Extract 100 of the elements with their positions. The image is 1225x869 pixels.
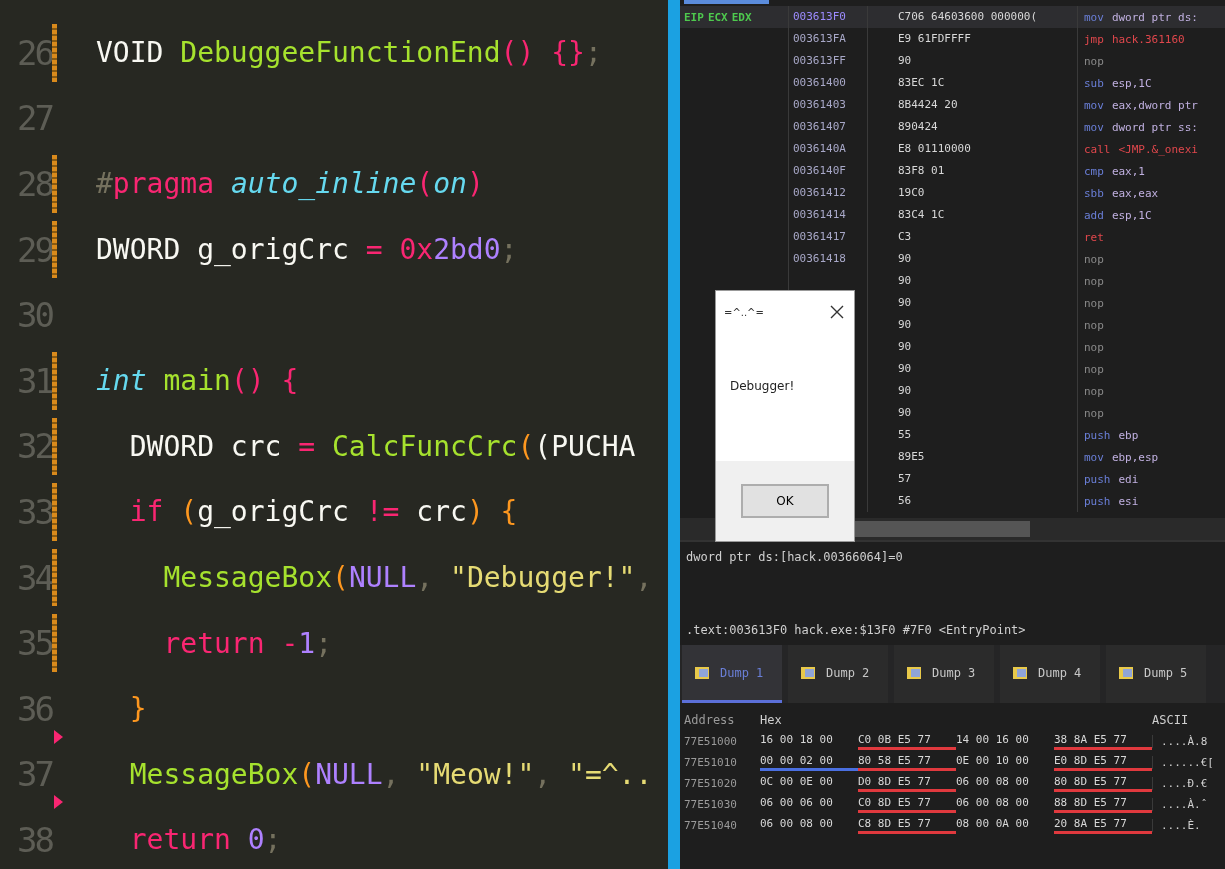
hex-bytes: 0C 00 0E 00	[760, 775, 834, 790]
instruction-mnemonic: sub	[1084, 76, 1104, 90]
instruction-bytes: 90	[898, 274, 912, 287]
instruction-bytes: 90	[898, 340, 912, 353]
instruction-mnemonic: nop	[1084, 274, 1104, 288]
instruction-bytes: 83C4 1C	[898, 208, 945, 221]
hex-bytes: 80 8D E5 77	[1054, 775, 1152, 792]
hex-bytes: D0 8D E5 77	[858, 775, 956, 792]
scroll-thumb[interactable]	[855, 521, 1030, 537]
instruction-bytes: 90	[898, 296, 912, 309]
location-text: .text:003613F0 hack.exe:$13F0 #7F0 <EntryPoint>	[686, 623, 1027, 637]
instruction-bytes: 90	[898, 252, 912, 265]
instruction-address: 00361418	[793, 252, 846, 265]
code-line: MessageBox(NULL, "Debugger!",	[162, 561, 653, 595]
instruction-bytes: 89E5	[898, 450, 925, 463]
instruction-operands: dword ptr ss:	[1111, 120, 1198, 134]
ok-button[interactable]: OK	[741, 484, 829, 518]
instruction-address: 00361403	[793, 98, 846, 111]
instruction-address: 00361400	[793, 76, 846, 89]
dump-tab[interactable]: Dump 3	[894, 645, 994, 703]
dump-tab[interactable]: Dump 4	[1000, 645, 1100, 703]
hex-bytes: 16 00 18 00	[760, 733, 834, 748]
dialog-message: Debugger!	[730, 379, 795, 393]
instruction-operands: edi	[1118, 472, 1139, 486]
hex-bytes: 06 00 08 00	[956, 775, 1030, 790]
instruction-mnemonic: nop	[1084, 54, 1104, 68]
instruction-operands: eax,eax	[1111, 186, 1159, 200]
code-line: int main() {	[96, 364, 299, 398]
close-icon[interactable]	[830, 305, 844, 319]
hex-bytes: 08 00 0A 00	[956, 817, 1030, 832]
ascii-text: ....Ð.€	[1152, 777, 1208, 790]
instruction-bytes: 890424	[898, 120, 938, 133]
instruction-row[interactable]: 00361400 83EC 1C sub esp,1C	[680, 72, 1225, 94]
code-line: if (g_origCrc != crc) {	[128, 495, 518, 529]
instruction-mnemonic: mov	[1084, 98, 1104, 112]
instruction-row[interactable]: EIP ECX EDX 003613F0 C706 64603600 000000( mov dword ptr ds:	[680, 6, 1225, 28]
instruction-mnemonic: push	[1084, 428, 1111, 442]
dump-tab[interactable]: Dump 2	[788, 645, 888, 703]
instruction-address: 0036140F	[793, 164, 846, 177]
instruction-mnemonic: sbb	[1084, 186, 1104, 200]
instruction-row[interactable]: 00361414 83C4 1C add esp,1C	[680, 204, 1225, 226]
ascii-text: ....À.ˆ	[1152, 798, 1208, 811]
instruction-row[interactable]: 00361403 8B4424 20 mov eax,dword ptr	[680, 94, 1225, 116]
instruction-operands: dword ptr ds:	[1111, 10, 1198, 24]
code-line: }	[128, 692, 147, 726]
hex-bytes: 06 00 08 00	[760, 817, 834, 832]
code-line: DWORD g_origCrc = 0x2bd0;	[96, 233, 518, 267]
hex-bytes: 88 8D E5 77	[1054, 796, 1152, 813]
instruction-bytes: 19C0	[898, 186, 925, 199]
hex-bytes: C0 0B E5 77	[858, 733, 956, 750]
dump-tab[interactable]: Dump 5	[1106, 645, 1206, 703]
instruction-row[interactable]: 0036140F 83F8 01 cmp eax,1	[680, 160, 1225, 182]
instruction-address: 003613FA	[793, 32, 846, 45]
memory-icon	[800, 664, 816, 681]
instruction-row[interactable]: 00361407 890424 mov dword ptr ss:	[680, 116, 1225, 138]
instruction-mnemonic: nop	[1084, 296, 1104, 310]
code-line: MessageBox(NULL, "Meow!", "=^..	[128, 757, 653, 791]
instruction-address: 00361412	[793, 186, 846, 199]
instruction-row[interactable]: 003613FF 90 nop	[680, 50, 1225, 72]
instruction-mnemonic: nop	[1084, 406, 1104, 420]
instruction-mnemonic: ret	[1084, 230, 1104, 244]
instruction-address: 003613FF	[793, 54, 846, 67]
ascii-text: ......€[	[1152, 756, 1214, 769]
instruction-bytes: E9 61FDFFFF	[898, 32, 971, 45]
instruction-mnemonic: mov	[1084, 10, 1104, 24]
instruction-row[interactable]: 00361417 C3 ret	[680, 226, 1225, 248]
ascii-text: ....À.8	[1152, 735, 1208, 748]
instruction-row[interactable]: 0036140A E8 01110000 call <JMP.&_onexi	[680, 138, 1225, 160]
code-line: return -1;	[162, 626, 332, 660]
instruction-row[interactable]: 003613FA E9 61FDFFFF jmp hack.361160	[680, 28, 1225, 50]
instruction-mnemonic: cmp	[1084, 164, 1104, 178]
hex-bytes: 80 58 E5 77	[858, 754, 956, 771]
instruction-mnemonic: push	[1084, 494, 1111, 508]
hex-bytes: 06 00 06 00	[760, 796, 834, 811]
instruction-bytes: 90	[898, 362, 912, 375]
dialog-title: =^..^=	[724, 306, 764, 318]
instruction-bytes: 90	[898, 318, 912, 331]
hex-bytes: E0 8D E5 77	[1054, 754, 1152, 771]
ascii-text: ....È.	[1152, 819, 1208, 832]
code-line: DWORD crc = CalcFuncCrc((PUCHA	[128, 429, 636, 463]
memory-icon	[906, 664, 922, 681]
instruction-bytes: 90	[898, 406, 912, 419]
hex-bytes: C0 8D E5 77	[858, 796, 956, 813]
instruction-row[interactable]: 00361412 19C0 sbb eax,eax	[680, 182, 1225, 204]
instruction-operands: esp,1C	[1111, 208, 1152, 222]
instruction-operands: <JMP.&_onexi	[1118, 142, 1198, 156]
instruction-address: 0036140A	[793, 142, 846, 155]
instruction-bytes: 83EC 1C	[898, 76, 945, 89]
instruction-row[interactable]: 00361418 90 nop	[680, 248, 1225, 270]
code-line: return 0;	[128, 823, 282, 857]
instruction-mnemonic: call	[1084, 142, 1111, 156]
instruction-operands: esp,1C	[1111, 76, 1152, 90]
instruction-bytes: 56	[898, 494, 912, 507]
instruction-operands: eax,dword ptr	[1111, 98, 1198, 112]
instruction-mnemonic: mov	[1084, 450, 1104, 464]
code-line: #pragma auto_inline(on)	[96, 167, 484, 201]
column-header: Hex	[760, 713, 783, 727]
hex-address: 77E51010	[684, 756, 738, 769]
instruction-mnemonic: add	[1084, 208, 1104, 222]
instruction-operands: eax,1	[1111, 164, 1145, 178]
